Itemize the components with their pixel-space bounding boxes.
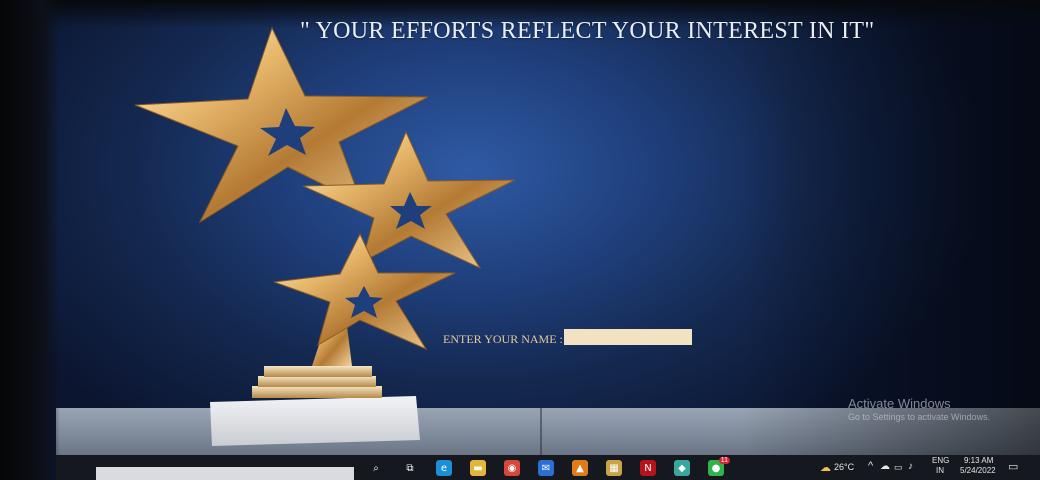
notification-icon[interactable]: ▭ (1008, 460, 1018, 473)
watermark-subtitle: Go to Settings to activate Windows. (848, 412, 991, 422)
whatsapp-icon[interactable]: ● 11 (708, 457, 730, 476)
activate-windows-watermark: Activate Windows Go to Settings to activ… (848, 396, 990, 422)
calendar-icon[interactable]: ▦ (606, 460, 622, 476)
mail-icon[interactable]: ✉ (538, 460, 554, 476)
weather-icon[interactable]: ☁ (820, 461, 831, 474)
netflix-icon[interactable]: N (640, 460, 656, 476)
language-top[interactable]: ENG (932, 456, 949, 465)
banner-quote: " YOUR EFFORTS REFLECT YOUR INTEREST IN … (300, 18, 875, 44)
language-bottom[interactable]: IN (936, 466, 944, 475)
watermark-title: Activate Windows (848, 396, 951, 411)
task-view-icon[interactable]: ⧉ (402, 460, 418, 476)
monitor-bezel-left (0, 0, 60, 480)
file-explorer-icon[interactable]: ▬ (470, 460, 486, 476)
trophy-step-2 (258, 376, 376, 387)
cloud-icon[interactable]: ☁ (880, 461, 890, 472)
clock-date[interactable]: 5/24/2022 (960, 466, 996, 475)
trophy-step-3 (264, 366, 372, 377)
trophy-marble-base (210, 396, 420, 446)
volume-icon[interactable]: ♪ (908, 461, 913, 472)
network-icon[interactable]: ▭ (894, 462, 903, 473)
name-label: ENTER YOUR NAME : (443, 332, 563, 346)
weather-temp[interactable]: 26°C (834, 462, 854, 472)
taskbar-search-box[interactable] (96, 467, 354, 480)
desktop-screen: " YOUR EFFORTS REFLECT YOUR INTEREST IN … (0, 0, 1040, 480)
edge-icon[interactable]: e (436, 460, 452, 476)
taskbar: ⌕ ⧉ e ▬ ◉ ✉ ▲ ▦ N ◆ ● 11 ☁ 26°C ^ ☁ ▭ ♪ ENG IN 9:13… (56, 455, 1040, 480)
vlc-icon[interactable]: ▲ (572, 460, 588, 476)
photos-icon[interactable]: ◆ (674, 460, 690, 476)
chevron-up-icon[interactable]: ^ (868, 460, 873, 472)
clock-time[interactable]: 9:13 AM (964, 456, 993, 465)
trophy-step-1 (252, 386, 382, 398)
search-icon[interactable]: ⌕ (368, 460, 384, 476)
notification-badge: 11 (718, 457, 730, 464)
name-input[interactable] (564, 329, 692, 345)
chrome-icon[interactable]: ◉ (504, 460, 520, 476)
